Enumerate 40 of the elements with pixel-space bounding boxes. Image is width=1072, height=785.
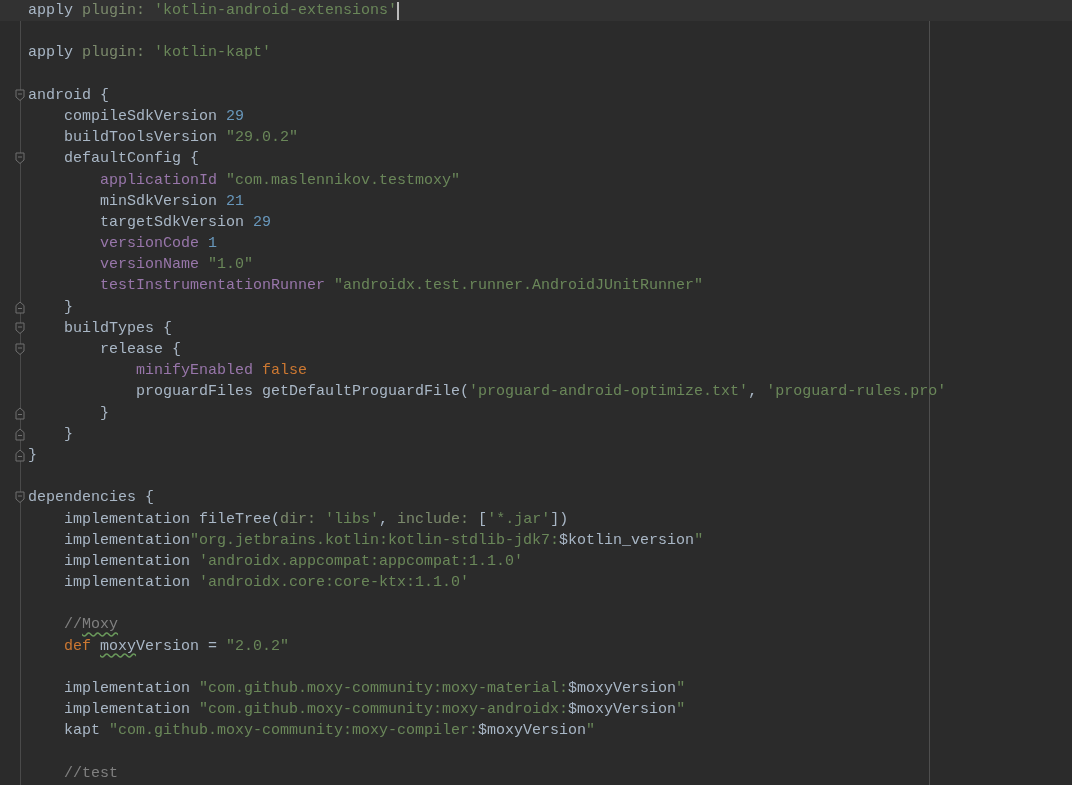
code-line: versionName "1.0" xyxy=(99,255,254,276)
code-line: implementation fileTree(dir: 'libs', include: ['*.jar']) xyxy=(63,509,569,530)
code-line: apply plugin: 'kotlin-android-extensions' xyxy=(28,1,398,21)
code-line: targetSdkVersion 29 xyxy=(99,212,272,233)
code-line: //Moxy xyxy=(63,615,119,636)
code-line: compileSdkVersion 29 xyxy=(63,106,245,127)
code-line: } xyxy=(63,424,73,445)
code-line: def moxyVersion = "2.0.2" xyxy=(63,636,290,657)
fold-marker-icon[interactable] xyxy=(15,88,25,102)
fold-marker-icon[interactable] xyxy=(15,152,25,166)
fold-marker-icon[interactable] xyxy=(15,343,25,356)
code-line: } xyxy=(99,403,109,424)
code-line: dependencies { xyxy=(28,488,155,509)
fold-marker-icon[interactable] xyxy=(15,321,25,335)
code-line: minSdkVersion 21 xyxy=(99,191,245,212)
code-line: proguardFiles getDefaultProguardFile('proguard-android-optimize.txt', 'proguard-rules.pro' xyxy=(135,382,947,403)
fold-marker-icon[interactable] xyxy=(15,448,25,462)
fold-marker-icon[interactable] xyxy=(15,427,25,441)
code-line: } xyxy=(28,445,37,466)
code-line: buildToolsVersion "29.0.2" xyxy=(63,128,299,149)
code-line: testInstrumentationRunner "androidx.test.runner.AndroidJUnitRunner" xyxy=(99,276,704,297)
code-line: implementation "com.github.moxy-community:moxy-androidx:$moxyVersion" xyxy=(63,700,686,721)
code-line: apply plugin: 'kotlin-kapt' xyxy=(28,43,272,64)
code-line: defaultConfig { xyxy=(63,149,200,170)
code-line: buildTypes { xyxy=(63,318,173,339)
code-line: android { xyxy=(28,85,109,106)
code-line: implementation 'androidx.appcompat:appcompat:1.1.0' xyxy=(63,551,524,572)
code-line: minifyEnabled false xyxy=(135,361,308,382)
code-line: implementation 'androidx.core:core-ktx:1.1.0' xyxy=(63,573,470,594)
code-line: } xyxy=(63,297,73,318)
fold-marker-icon[interactable] xyxy=(15,300,25,314)
code-line: kapt "com.github.moxy-community:moxy-compiler:$moxyVersion" xyxy=(63,721,596,742)
fold-marker-icon[interactable] xyxy=(15,491,25,505)
code-line: applicationId "com.maslennikov.testmoxy" xyxy=(99,170,461,191)
code-line: release { xyxy=(99,340,182,360)
code-line: implementation"org.jetbrains.kotlin:kotlin-stdlib-jdk7:$kotlin_version" xyxy=(63,530,704,551)
code-line: versionCode 1 xyxy=(99,234,218,255)
fold-marker-icon[interactable] xyxy=(15,406,25,420)
code-line: //test xyxy=(63,763,118,784)
code-line: implementation "com.github.moxy-community:moxy-material:$moxyVersion" xyxy=(63,679,686,699)
